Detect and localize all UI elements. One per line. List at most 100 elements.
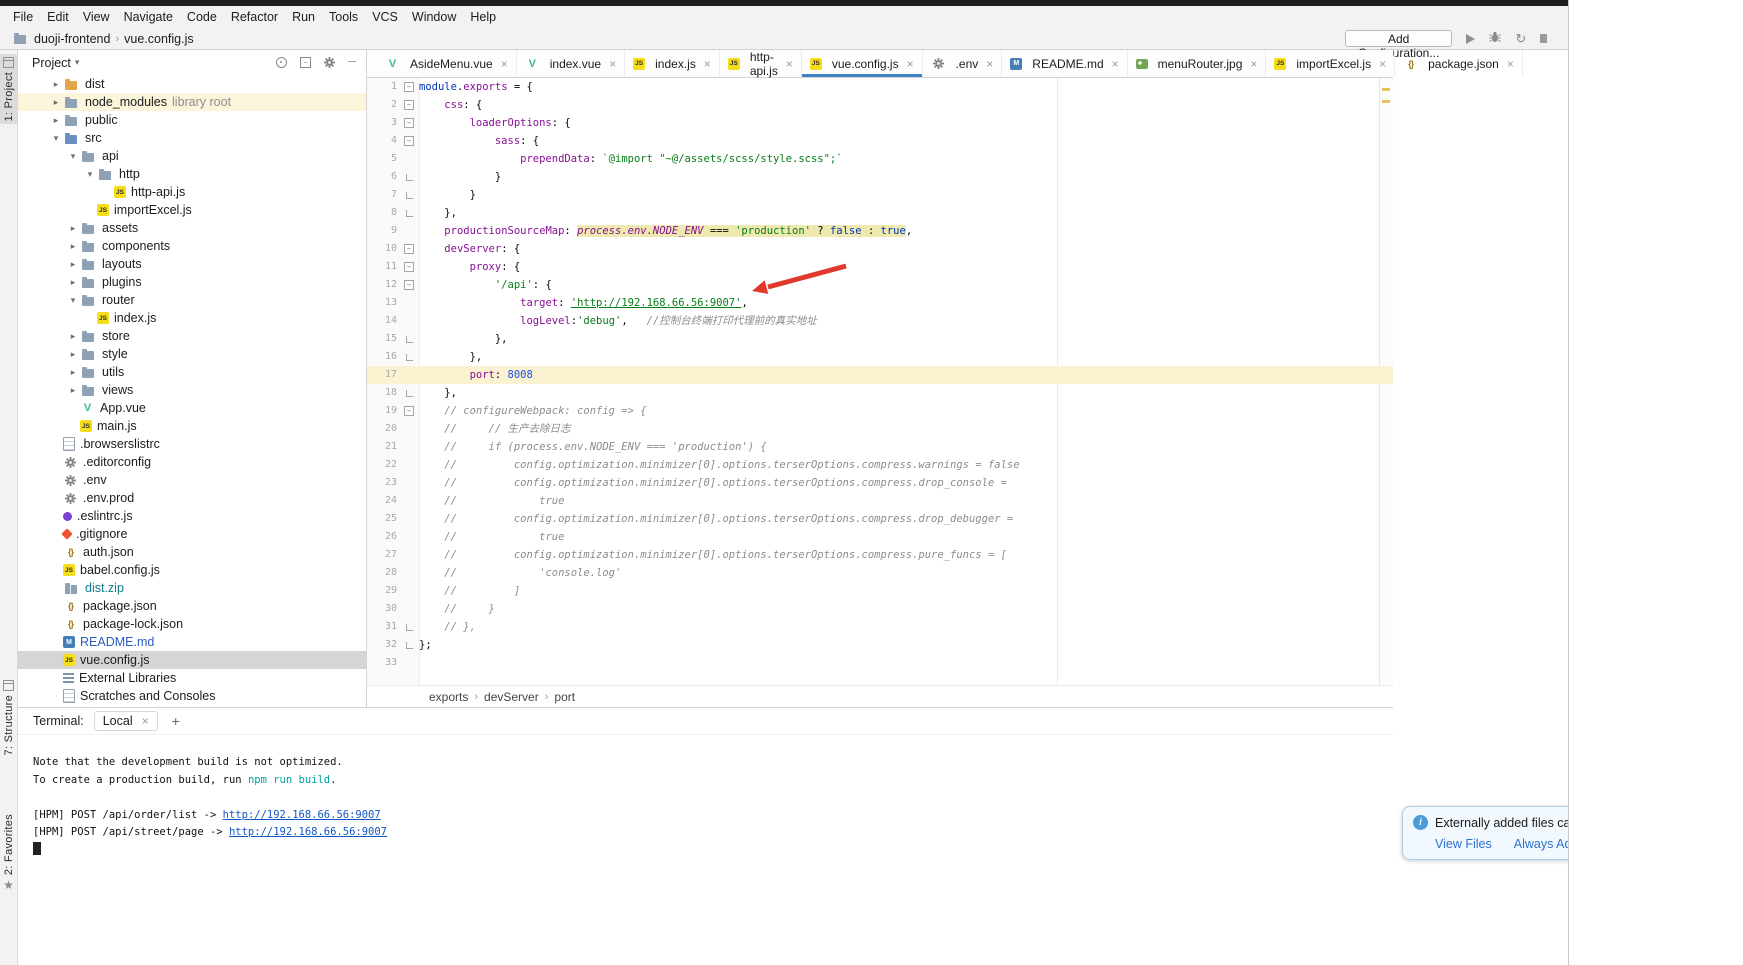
close-tab-icon[interactable]: × xyxy=(907,57,914,71)
breadcrumb-exports[interactable]: exports xyxy=(429,690,468,704)
close-icon[interactable]: × xyxy=(142,714,149,728)
code-line-21[interactable]: 21 // if (process.env.NODE_ENV === 'prod… xyxy=(367,438,1393,456)
tab-AsideMenu.vue[interactable]: VAsideMenu.vue× xyxy=(377,50,517,77)
code-line-30[interactable]: 30 // } xyxy=(367,600,1393,618)
chevron-closed-icon[interactable]: ▸ xyxy=(66,223,80,234)
breadcrumb-port[interactable]: port xyxy=(554,690,575,704)
hide-panel-icon[interactable]: ─ xyxy=(348,57,356,68)
stripe-project-button[interactable]: 1: Project xyxy=(0,54,17,124)
breadcrumb-devServer[interactable]: devServer xyxy=(484,690,539,704)
fold-marker-icon[interactable] xyxy=(399,348,419,366)
tree-item-layouts[interactable]: ▸layouts xyxy=(18,255,366,273)
run-icon[interactable] xyxy=(1466,34,1475,44)
code-line-12[interactable]: 12− '/api': { xyxy=(367,276,1393,294)
fold-marker-icon[interactable] xyxy=(399,204,419,222)
menu-item-tools[interactable]: Tools xyxy=(322,8,365,26)
tree-item-.browserslistrc[interactable]: .browserslistrc xyxy=(18,435,366,453)
menu-item-refactor[interactable]: Refactor xyxy=(224,8,285,26)
fold-marker-icon[interactable]: − xyxy=(399,96,419,114)
tree-item-components[interactable]: ▸components xyxy=(18,237,366,255)
tab-vue.config.js[interactable]: JSvue.config.js× xyxy=(802,50,923,77)
chevron-open-icon[interactable]: ▾ xyxy=(66,151,80,162)
tab-http-api.js[interactable]: JShttp-api.js× xyxy=(720,50,802,77)
debug-icon[interactable] xyxy=(1489,31,1501,46)
chevron-closed-icon[interactable]: ▸ xyxy=(66,331,80,342)
chevron-closed-icon[interactable]: ▸ xyxy=(49,97,63,108)
add-configuration-button[interactable]: Add Configuration... xyxy=(1345,30,1452,47)
code-line-1[interactable]: 1−module.exports = { xyxy=(367,78,1393,96)
code-line-27[interactable]: 27 // config.optimization.minimizer[0].o… xyxy=(367,546,1393,564)
tree-item-App.vue[interactable]: VApp.vue xyxy=(18,399,366,417)
tree-item-babel.config.js[interactable]: JSbabel.config.js xyxy=(18,561,366,579)
tree-item-http-api.js[interactable]: JShttp-api.js xyxy=(18,183,366,201)
chevron-closed-icon[interactable]: ▸ xyxy=(66,385,80,396)
tree-item-assets[interactable]: ▸assets xyxy=(18,219,366,237)
fold-marker-icon[interactable] xyxy=(399,168,419,186)
chevron-closed-icon[interactable]: ▸ xyxy=(66,277,80,288)
close-tab-icon[interactable]: × xyxy=(986,57,993,71)
tree-item-.eslintrc.js[interactable]: .eslintrc.js xyxy=(18,507,366,525)
tree-item-utils[interactable]: ▸utils xyxy=(18,363,366,381)
tree-item-dist[interactable]: ▸dist xyxy=(18,75,366,93)
menu-item-help[interactable]: Help xyxy=(463,8,503,26)
close-tab-icon[interactable]: × xyxy=(1379,57,1386,71)
tree-item-style[interactable]: ▸style xyxy=(18,345,366,363)
terminal-tab-local[interactable]: Local × xyxy=(94,711,158,731)
tab-importExcel.js[interactable]: JSimportExcel.js× xyxy=(1266,50,1395,77)
fold-marker-icon[interactable]: − xyxy=(399,114,419,132)
menu-item-file[interactable]: File xyxy=(6,8,40,26)
chevron-open-icon[interactable]: ▾ xyxy=(83,169,97,180)
terminal-url-link[interactable]: http://192.168.66.56:9007 xyxy=(223,809,381,821)
close-tab-icon[interactable]: × xyxy=(1112,57,1119,71)
tree-item-importExcel.js[interactable]: JSimportExcel.js xyxy=(18,201,366,219)
fold-collapse-icon[interactable]: − xyxy=(404,82,414,92)
collapse-all-icon[interactable]: − xyxy=(300,57,311,68)
fold-collapse-icon[interactable]: − xyxy=(404,262,414,272)
tree-item-Scratches and Consoles[interactable]: Scratches and Consoles xyxy=(18,687,366,705)
chevron-open-icon[interactable]: ▾ xyxy=(66,295,80,306)
always-add-link[interactable]: Always Add xyxy=(1514,837,1569,851)
code-line-6[interactable]: 6 } xyxy=(367,168,1393,186)
tree-item-http[interactable]: ▾http xyxy=(18,165,366,183)
chevron-open-icon[interactable]: ▾ xyxy=(49,133,63,144)
locate-file-icon[interactable] xyxy=(276,57,287,68)
close-tab-icon[interactable]: × xyxy=(1507,57,1514,71)
chevron-closed-icon[interactable]: ▸ xyxy=(66,367,80,378)
tree-item-package.json[interactable]: {}package.json xyxy=(18,597,366,615)
fold-marker-icon[interactable]: − xyxy=(399,402,419,420)
code-line-33[interactable]: 33 xyxy=(367,654,1393,672)
code-line-26[interactable]: 26 // true xyxy=(367,528,1393,546)
chevron-closed-icon[interactable]: ▸ xyxy=(49,115,63,126)
tree-item-src[interactable]: ▾src xyxy=(18,129,366,147)
code-line-10[interactable]: 10− devServer: { xyxy=(367,240,1393,258)
tree-item-router[interactable]: ▾router xyxy=(18,291,366,309)
stripe-structure-button[interactable]: 7: Structure xyxy=(0,680,17,755)
fold-marker-icon[interactable]: − xyxy=(399,240,419,258)
close-tab-icon[interactable]: × xyxy=(786,57,793,71)
code-line-2[interactable]: 2− css: { xyxy=(367,96,1393,114)
fold-collapse-icon[interactable]: − xyxy=(404,100,414,110)
tree-item-.editorconfig[interactable]: .editorconfig xyxy=(18,453,366,471)
code-line-23[interactable]: 23 // config.optimization.minimizer[0].o… xyxy=(367,474,1393,492)
terminal-url-link[interactable]: http://192.168.66.56:9007 xyxy=(229,826,387,838)
fold-marker-icon[interactable] xyxy=(399,618,419,636)
menu-item-window[interactable]: Window xyxy=(405,8,463,26)
tree-item-.env.prod[interactable]: .env.prod xyxy=(18,489,366,507)
menu-item-view[interactable]: View xyxy=(76,8,117,26)
code-editor[interactable]: 1−module.exports = {2− css: {3− loaderOp… xyxy=(367,78,1393,686)
code-line-4[interactable]: 4− sass: { xyxy=(367,132,1393,150)
menu-item-code[interactable]: Code xyxy=(180,8,224,26)
code-line-13[interactable]: 13 target: 'http://192.168.66.56:9007', xyxy=(367,294,1393,312)
gear-icon[interactable] xyxy=(324,57,335,68)
code-line-29[interactable]: 29 // ] xyxy=(367,582,1393,600)
fold-collapse-icon[interactable]: − xyxy=(404,136,414,146)
tab-README.md[interactable]: MREADME.md× xyxy=(1002,50,1127,77)
close-tab-icon[interactable]: × xyxy=(1250,57,1257,71)
code-line-14[interactable]: 14 logLevel:'debug', //控制台终端打印代理前的真实地址 xyxy=(367,312,1393,330)
chevron-closed-icon[interactable]: ▸ xyxy=(66,259,80,270)
rerun-icon[interactable]: ↻ xyxy=(1515,32,1526,45)
close-tab-icon[interactable]: × xyxy=(501,57,508,71)
code-line-16[interactable]: 16 }, xyxy=(367,348,1393,366)
code-line-32[interactable]: 32}; xyxy=(367,636,1393,654)
tree-item-index.js[interactable]: JSindex.js xyxy=(18,309,366,327)
